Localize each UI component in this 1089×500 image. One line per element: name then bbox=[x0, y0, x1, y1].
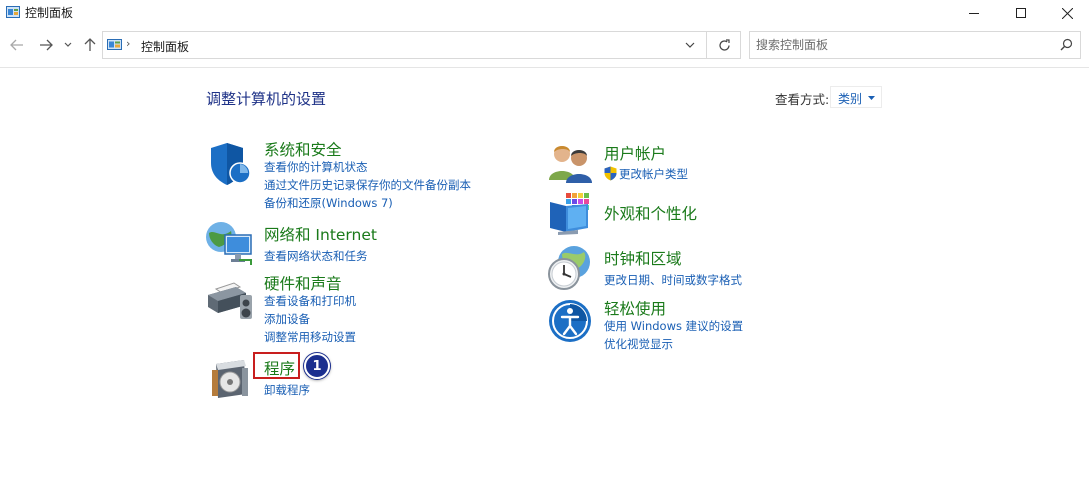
control-panel-icon bbox=[6, 6, 20, 18]
refresh-icon bbox=[718, 38, 730, 51]
link-change-account-type[interactable]: 更改帐户类型 bbox=[619, 166, 688, 182]
close-icon bbox=[1061, 7, 1073, 19]
link-mobility-settings[interactable]: 调整常用移动设置 bbox=[264, 329, 356, 345]
caret-down-icon bbox=[868, 96, 875, 100]
breadcrumb-control-panel[interactable]: 控制面板 bbox=[141, 38, 189, 55]
maximize-icon bbox=[1016, 8, 1026, 18]
control-panel-icon bbox=[107, 39, 122, 50]
link-view-network-status[interactable]: 查看网络状态和任务 bbox=[264, 248, 368, 264]
step-badge: 1 bbox=[304, 353, 330, 379]
maximize-button[interactable] bbox=[998, 0, 1044, 26]
back-button[interactable] bbox=[7, 34, 27, 56]
category-hardware-sound[interactable]: 硬件和声音 bbox=[264, 272, 342, 294]
network-icon[interactable] bbox=[205, 219, 255, 267]
forward-arrow-icon bbox=[40, 39, 53, 51]
search-box[interactable] bbox=[749, 31, 1081, 59]
category-network-internet[interactable]: 网络和 Internet bbox=[264, 223, 377, 245]
category-user-accounts[interactable]: 用户帐户 bbox=[604, 142, 666, 164]
highlight-box bbox=[253, 352, 300, 379]
view-by-label: 查看方式: bbox=[775, 92, 830, 107]
refresh-button[interactable] bbox=[706, 31, 741, 59]
ease-of-access-icon[interactable] bbox=[548, 299, 592, 343]
shield-icon[interactable] bbox=[207, 141, 253, 187]
title-bar: 控制面板 bbox=[0, 0, 1089, 26]
back-arrow-icon bbox=[10, 39, 23, 51]
recent-locations-button[interactable] bbox=[60, 34, 76, 56]
link-add-device[interactable]: 添加设备 bbox=[264, 311, 310, 327]
category-system-security[interactable]: 系统和安全 bbox=[264, 138, 342, 160]
close-button[interactable] bbox=[1044, 0, 1089, 26]
forward-button[interactable] bbox=[36, 34, 56, 56]
users-icon[interactable] bbox=[548, 142, 594, 184]
appearance-icon[interactable] bbox=[548, 192, 594, 236]
link-file-history-backup[interactable]: 通过文件历史记录保存你的文件备份副本 bbox=[264, 177, 471, 193]
toolbar-divider bbox=[0, 67, 1089, 68]
search-input[interactable] bbox=[756, 35, 1046, 55]
link-uninstall-program[interactable]: 卸载程序 bbox=[264, 382, 310, 398]
link-optimize-visual-display[interactable]: 优化视觉显示 bbox=[604, 336, 673, 352]
minimize-icon bbox=[969, 13, 979, 14]
uac-shield-icon bbox=[604, 166, 617, 181]
link-view-computer-status[interactable]: 查看你的计算机状态 bbox=[264, 159, 368, 175]
category-appearance-personalization[interactable]: 外观和个性化 bbox=[604, 202, 697, 224]
search-icon[interactable] bbox=[1060, 38, 1073, 51]
category-ease-of-access[interactable]: 轻松使用 bbox=[604, 297, 666, 319]
address-bar[interactable]: › 控制面板 bbox=[102, 31, 741, 59]
page-title: 调整计算机的设置 bbox=[206, 90, 327, 108]
address-dropdown-button[interactable] bbox=[681, 36, 699, 54]
view-by-dropdown[interactable]: 类别 bbox=[830, 86, 882, 108]
up-arrow-icon bbox=[84, 38, 96, 51]
breadcrumb-separator-icon: › bbox=[126, 37, 131, 50]
chevron-down-icon bbox=[64, 42, 72, 47]
link-recommended-settings[interactable]: 使用 Windows 建议的设置 bbox=[604, 318, 743, 334]
link-devices-printers[interactable]: 查看设备和打印机 bbox=[264, 293, 356, 309]
printer-icon[interactable] bbox=[206, 277, 256, 323]
view-by-value: 类别 bbox=[838, 92, 863, 106]
link-change-date-time-format[interactable]: 更改日期、时间或数字格式 bbox=[604, 272, 742, 288]
window-title: 控制面板 bbox=[25, 6, 74, 20]
chevron-down-icon bbox=[685, 42, 695, 48]
up-button[interactable] bbox=[80, 34, 100, 56]
category-clock-region[interactable]: 时钟和区域 bbox=[604, 247, 682, 269]
link-backup-restore[interactable]: 备份和还原(Windows 7) bbox=[264, 195, 393, 211]
clock-globe-icon[interactable] bbox=[546, 244, 594, 292]
minimize-button[interactable] bbox=[951, 0, 997, 26]
programs-icon[interactable] bbox=[210, 356, 252, 400]
